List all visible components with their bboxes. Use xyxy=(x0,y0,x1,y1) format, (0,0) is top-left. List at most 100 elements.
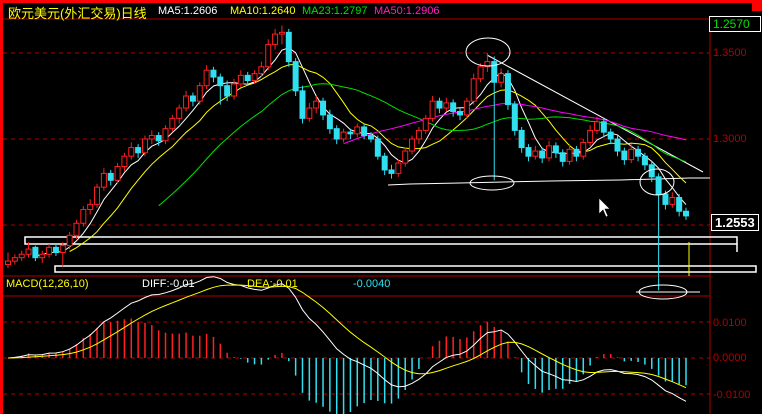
candle-body xyxy=(621,150,628,161)
candle-body xyxy=(196,85,203,102)
candle xyxy=(183,90,190,112)
candle-body xyxy=(292,61,299,92)
candle-body xyxy=(306,107,313,119)
candle xyxy=(491,56,498,181)
dea-line xyxy=(7,284,687,389)
candle xyxy=(196,82,203,105)
candle xyxy=(52,243,59,256)
candle xyxy=(354,123,361,138)
candle-body xyxy=(189,95,196,102)
candle-body xyxy=(662,193,669,205)
candle-body xyxy=(141,138,148,154)
ma50-label: MA50:1.2906 xyxy=(374,5,440,17)
candle-body xyxy=(80,209,87,224)
candle-body xyxy=(285,31,292,63)
chart-title: 欧元美元(外汇交易)日线 xyxy=(8,6,147,21)
macd-label: MACD(12,26,10) xyxy=(6,278,89,290)
price-tick-2: 1.3000 xyxy=(713,133,747,145)
candle xyxy=(46,243,53,258)
window-corner[interactable] xyxy=(752,3,762,11)
candle-body xyxy=(210,69,217,78)
grid-lines xyxy=(3,52,710,395)
candle-body xyxy=(278,31,285,35)
candle xyxy=(518,126,525,153)
candle-body xyxy=(87,203,94,211)
candle-body xyxy=(676,196,683,212)
candle-body xyxy=(203,69,210,87)
candle xyxy=(278,25,285,45)
candle xyxy=(265,39,272,71)
candle-body xyxy=(299,90,306,119)
candle-body xyxy=(477,66,484,80)
ma23-label: MA23:1.2797 xyxy=(302,5,368,17)
candle-body xyxy=(107,172,114,181)
candle-body xyxy=(237,74,244,85)
candle-body xyxy=(593,121,600,131)
macd-tick-2: 0.0000 xyxy=(713,352,747,364)
candle-body xyxy=(340,131,347,140)
macd-tick-3: -0.0100 xyxy=(713,389,751,401)
chart-canvas xyxy=(0,0,762,414)
candle xyxy=(395,159,402,177)
candle-body xyxy=(347,131,354,135)
candle xyxy=(635,145,642,162)
ma10-label: MA10:1.2640 xyxy=(230,5,296,17)
candle-body xyxy=(580,141,587,157)
candle xyxy=(498,68,505,88)
candle xyxy=(66,231,73,250)
candle-body xyxy=(635,148,642,157)
left-border xyxy=(0,0,3,414)
neckline-support xyxy=(387,177,710,186)
candle-body xyxy=(114,166,121,181)
dea-label: DEA:-0.01 xyxy=(247,278,298,290)
candle xyxy=(477,63,484,83)
candle-body xyxy=(415,129,422,140)
candle xyxy=(39,250,46,263)
candle-body xyxy=(518,129,525,149)
candle xyxy=(87,199,94,215)
candle-body xyxy=(402,150,409,164)
candle-body xyxy=(5,260,11,266)
candle xyxy=(210,66,217,83)
ma5-label: MA5:1.2606 xyxy=(158,5,218,17)
candle-body xyxy=(59,245,66,254)
candle-body xyxy=(409,138,416,152)
current-price-box: 1.2553 xyxy=(711,214,759,231)
candle xyxy=(559,149,566,167)
candle-body xyxy=(100,172,107,188)
candle-body xyxy=(231,83,237,97)
candle-body xyxy=(354,126,361,135)
candle-body xyxy=(600,121,607,133)
candle-body xyxy=(532,150,539,157)
candle-body xyxy=(11,257,18,262)
candle xyxy=(169,114,176,133)
candle xyxy=(402,147,409,167)
candle-body xyxy=(135,147,142,154)
candle-body xyxy=(361,126,368,137)
candle-body xyxy=(265,43,272,68)
candle xyxy=(114,163,121,184)
candle-body xyxy=(224,85,231,97)
range-box-lower xyxy=(54,265,757,273)
descending-trendline xyxy=(486,54,704,173)
mouse-cursor-icon xyxy=(598,197,611,218)
candle-body xyxy=(155,135,162,142)
macd-value: -0.0040 xyxy=(353,278,391,290)
candle-body xyxy=(32,246,39,259)
candle-body xyxy=(504,73,511,106)
candle xyxy=(607,128,614,145)
candle xyxy=(621,147,628,165)
candle-body xyxy=(381,155,388,171)
macd-indicator xyxy=(7,276,687,414)
candle-body xyxy=(333,128,340,140)
candle-body xyxy=(217,76,224,87)
candle-body xyxy=(176,107,183,119)
candle xyxy=(600,118,607,138)
candle xyxy=(429,96,436,122)
candle xyxy=(162,125,169,145)
candle-body xyxy=(587,129,594,143)
candle xyxy=(614,135,621,157)
candle-body xyxy=(94,186,101,205)
candle-body xyxy=(244,74,251,82)
candle-body xyxy=(511,104,518,131)
